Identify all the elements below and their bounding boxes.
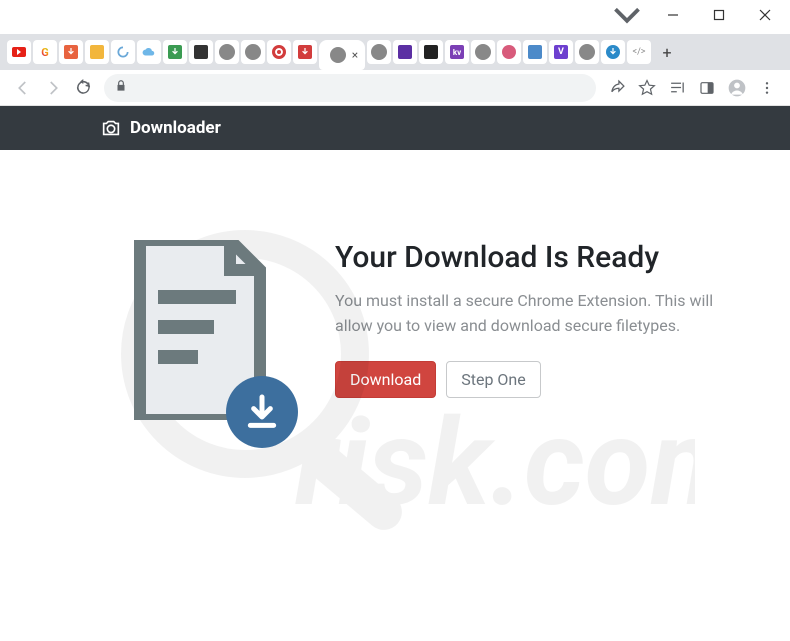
reload-button[interactable] [68,73,98,103]
tab-globe-2[interactable] [241,40,265,64]
forward-button[interactable] [38,73,68,103]
tab-cloud[interactable] [137,40,161,64]
tab-screen[interactable] [189,40,213,64]
tab-download-green[interactable] [163,40,187,64]
side-panel-icon[interactable] [692,73,722,103]
tab-download-blue[interactable] [601,40,625,64]
tab-rec[interactable] [497,40,521,64]
button-row: Download Step One [335,361,720,398]
download-button[interactable]: Download [335,361,436,398]
document-download-icon [120,240,290,440]
address-bar [0,70,790,106]
tab-shield[interactable] [393,40,417,64]
tab-globe-5[interactable] [575,40,599,64]
tab-code[interactable]: </> [627,40,651,64]
tab-youtube[interactable] [7,40,31,64]
brand-name: Downloader [130,118,221,138]
tab-kv[interactable]: kv [445,40,469,64]
text-column: Your Download Is Ready You must install … [335,240,720,440]
close-tab-icon[interactable]: × [352,48,358,62]
step-one-button[interactable]: Step One [446,361,541,398]
lock-icon [114,79,128,97]
window-titlebar [0,0,790,34]
omnibox[interactable] [104,74,596,102]
share-icon[interactable] [602,73,632,103]
tab-download-red[interactable] [293,40,317,64]
close-window-button[interactable] [742,0,788,30]
tab-google[interactable]: G [33,40,57,64]
tab-active[interactable]: × [319,40,365,70]
profile-avatar-icon[interactable] [722,73,752,103]
page-description: You must install a secure Chrome Extensi… [335,289,720,339]
tab-globe-4[interactable] [471,40,495,64]
reading-list-icon[interactable] [662,73,692,103]
new-tab-button[interactable]: + [653,40,681,64]
tab-strip: G × kv V </> + [0,34,790,70]
tabs-dropdown-button[interactable] [604,0,650,30]
site-banner: Downloader [0,106,790,150]
tab-stack-yellow[interactable] [85,40,109,64]
page-content: risk.com Downloader Your Download Is Rea… [0,106,790,641]
bookmark-star-icon[interactable] [632,73,662,103]
tab-stack-blue[interactable] [523,40,547,64]
tab-gear[interactable] [419,40,443,64]
download-arrow-icon [226,376,298,448]
camera-icon [100,117,122,139]
maximize-button[interactable] [696,0,742,30]
page-heading: Your Download Is Ready [335,240,720,275]
tab-vbar[interactable]: V [549,40,573,64]
back-button[interactable] [8,73,38,103]
tab-globe-3[interactable] [367,40,391,64]
main-content: Your Download Is Ready You must install … [0,150,790,440]
tab-target[interactable] [267,40,291,64]
tab-download-orange[interactable] [59,40,83,64]
tab-sync[interactable] [111,40,135,64]
tab-globe-1[interactable] [215,40,239,64]
kebab-menu-icon[interactable] [752,73,782,103]
minimize-button[interactable] [650,0,696,30]
